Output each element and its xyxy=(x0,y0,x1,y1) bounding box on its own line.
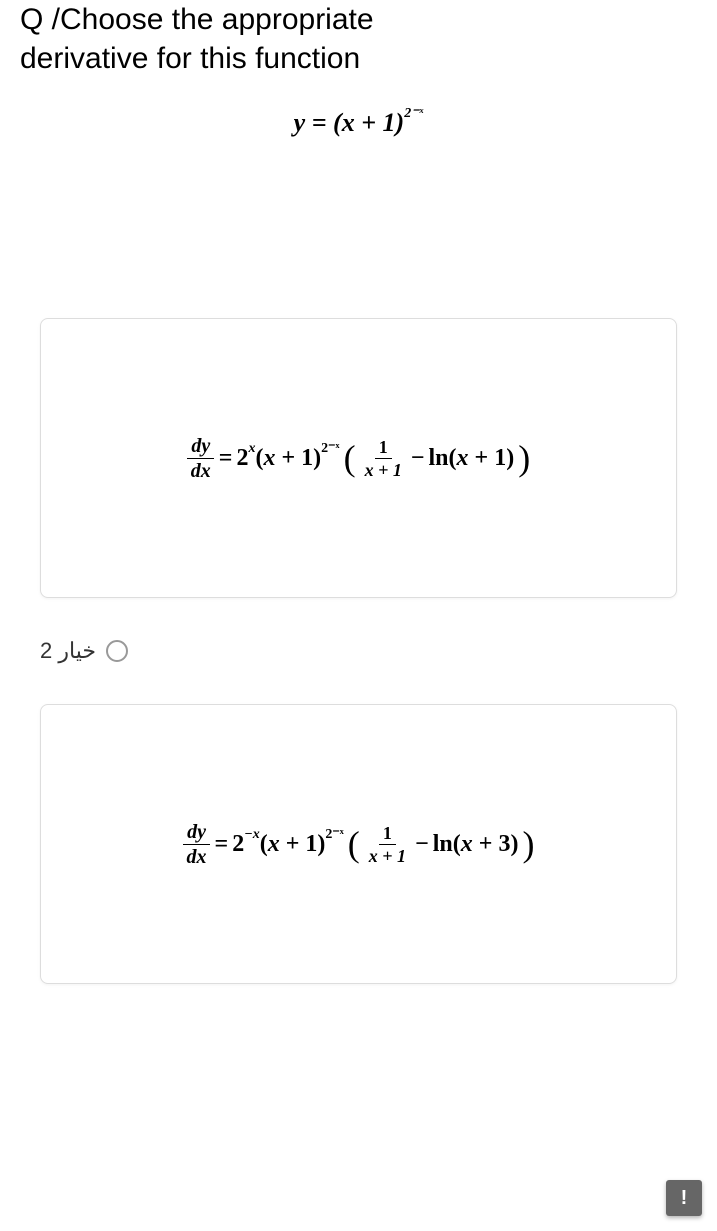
option-formula-1: dy dx = 2x(x + 1)2⁻ˣ ( 1 x + 1 − ln(x + … xyxy=(187,436,530,481)
question-header: Q /Choose the appropriate derivative for… xyxy=(0,0,717,78)
option-card-1[interactable]: dy dx = 2x(x + 1)2⁻ˣ ( 1 x + 1 − ln(x + … xyxy=(40,318,677,598)
radio-circle-icon xyxy=(106,640,128,662)
question-line1: Q /Choose the appropriate xyxy=(20,3,374,36)
question-line2: derivative for this function xyxy=(20,42,360,75)
exclamation-icon: ! xyxy=(681,1187,688,1210)
option-card-2[interactable]: dy dx = 2−x(x + 1)2⁻ˣ ( 1 x + 1 − ln(x +… xyxy=(40,704,677,984)
option-formula-2: dy dx = 2−x(x + 1)2⁻ˣ ( 1 x + 1 − ln(x +… xyxy=(183,822,535,867)
help-button[interactable]: ! xyxy=(666,1180,702,1216)
radio-label: خيار 2 xyxy=(40,638,96,664)
function-equation: y = (x + 1)2⁻ˣ xyxy=(0,108,717,138)
option-radio-2[interactable]: خيار 2 xyxy=(0,628,717,674)
